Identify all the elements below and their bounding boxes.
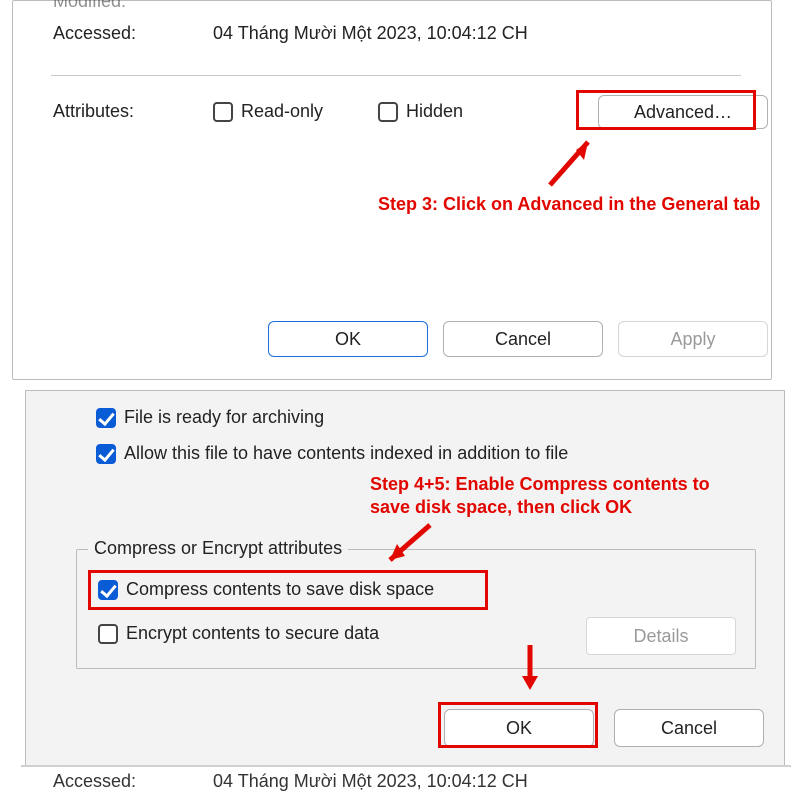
details-button[interactable]: Details [586, 617, 736, 655]
annotation-step3: Step 3: Click on Advanced in the General… [378, 193, 788, 216]
accessed-label: Accessed: [53, 23, 136, 43]
index-checkbox[interactable]: Allow this file to have contents indexed… [96, 443, 568, 464]
encrypt-checkbox[interactable]: Encrypt contents to secure data [98, 623, 379, 644]
modified-label: Modified: [53, 0, 126, 11]
index-label: Allow this file to have contents indexed… [124, 443, 568, 464]
accessed-label-cut: Accessed: [53, 771, 136, 792]
annotation-step45: Step 4+5: Enable Compress contents to sa… [370, 473, 770, 518]
archive-checkbox[interactable]: File is ready for archiving [96, 407, 324, 428]
readonly-checkbox[interactable]: Read-only [213, 101, 323, 122]
properties-dialog-top: Modified: Accessed: 04 Tháng Mười Một 20… [12, 0, 772, 380]
accessed-value-cut: 04 Tháng Mười Một 2023, 10:04:12 CH [213, 771, 528, 792]
ok-button[interactable]: OK [268, 321, 428, 357]
arrow-step45-b [505, 640, 555, 700]
archive-label: File is ready for archiving [124, 407, 324, 428]
highlight-advanced [576, 90, 756, 130]
arrow-step3 [540, 130, 620, 190]
divider [51, 75, 741, 76]
cancel-button[interactable]: Cancel [443, 321, 603, 357]
arrow-step45-a [375, 520, 445, 570]
highlight-compress [88, 570, 488, 610]
highlight-ok [438, 702, 598, 748]
apply-button[interactable]: Apply [618, 321, 768, 357]
readonly-label: Read-only [241, 101, 323, 122]
compress-encrypt-legend: Compress or Encrypt attributes [88, 538, 348, 559]
advanced-cancel-button[interactable]: Cancel [614, 709, 764, 747]
accessed-value: 04 Tháng Mười Một 2023, 10:04:12 CH [213, 23, 528, 44]
attributes-label: Attributes: [53, 101, 134, 121]
hidden-checkbox[interactable]: Hidden [378, 101, 463, 122]
hidden-label: Hidden [406, 101, 463, 122]
encrypt-label: Encrypt contents to secure data [126, 623, 379, 644]
